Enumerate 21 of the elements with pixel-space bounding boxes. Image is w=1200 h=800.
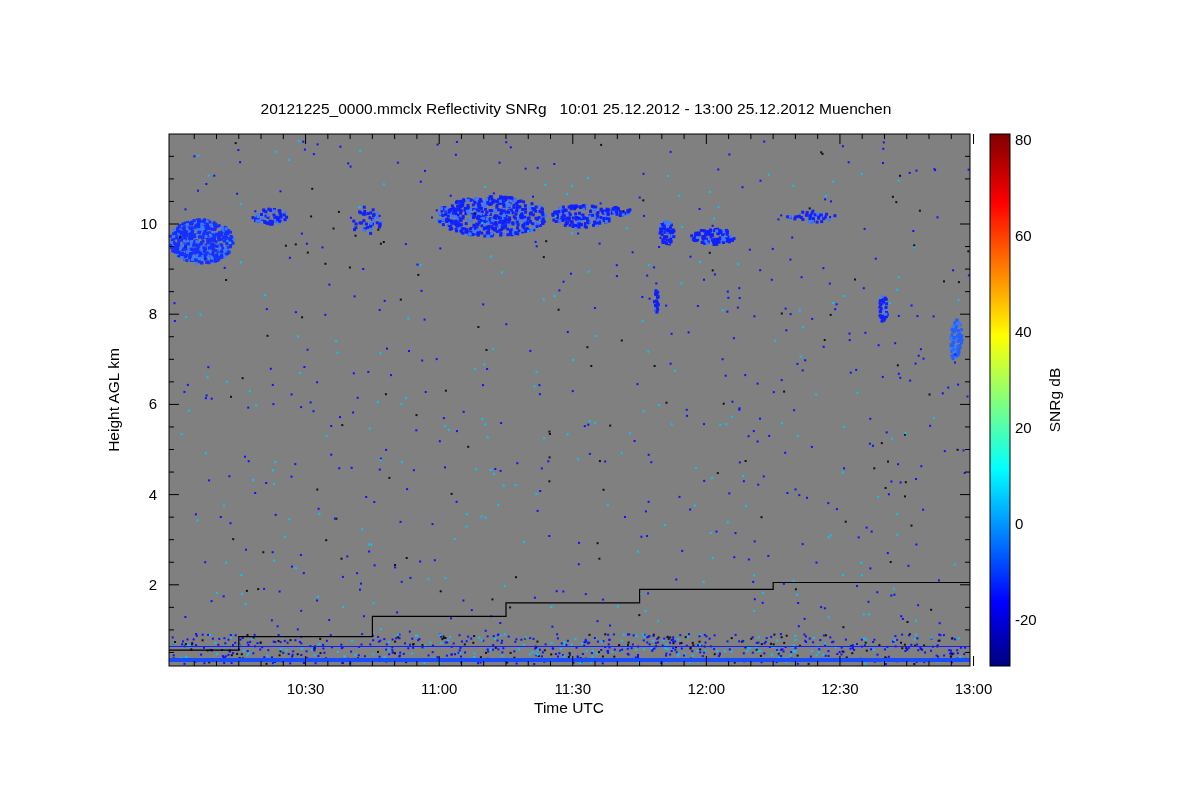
colorbar-tick-label: 0	[1015, 515, 1024, 532]
colorbar-tick-label: 40	[1015, 323, 1032, 340]
x-tick-label: 11:00	[420, 680, 458, 697]
y-tick-label: 8	[148, 305, 157, 323]
x-tick-label: 12:00	[687, 680, 726, 697]
colorbar-tick-label: -20	[1015, 611, 1037, 628]
colorbar-tick-label: 80	[1015, 131, 1032, 148]
colorbar-tick-label: 20	[1015, 419, 1032, 436]
x-tick-label: 12:30	[821, 680, 859, 697]
colorbar-tick-label: 60	[1015, 227, 1032, 244]
x-tick-label: 11:30	[554, 680, 591, 697]
x-axis-label: Time UTC	[534, 699, 604, 716]
colorbar-label: SNRg dB	[1046, 367, 1063, 433]
y-tick-label: 2	[148, 575, 157, 593]
x-tick-label: 13:00	[954, 680, 993, 697]
plot-title: 20121225_0000.mmclx Reflectivity SNRg 10:01 25.12.2012 - 13:00 25.12.2012 Muenchen	[260, 100, 892, 117]
y-tick-label: 6	[148, 395, 157, 413]
y-tick-label: 4	[148, 485, 157, 503]
y-tick-label: 10	[140, 215, 157, 232]
y-axis-label: Height AGL km	[105, 348, 122, 452]
x-tick-label: 10:30	[286, 680, 325, 697]
